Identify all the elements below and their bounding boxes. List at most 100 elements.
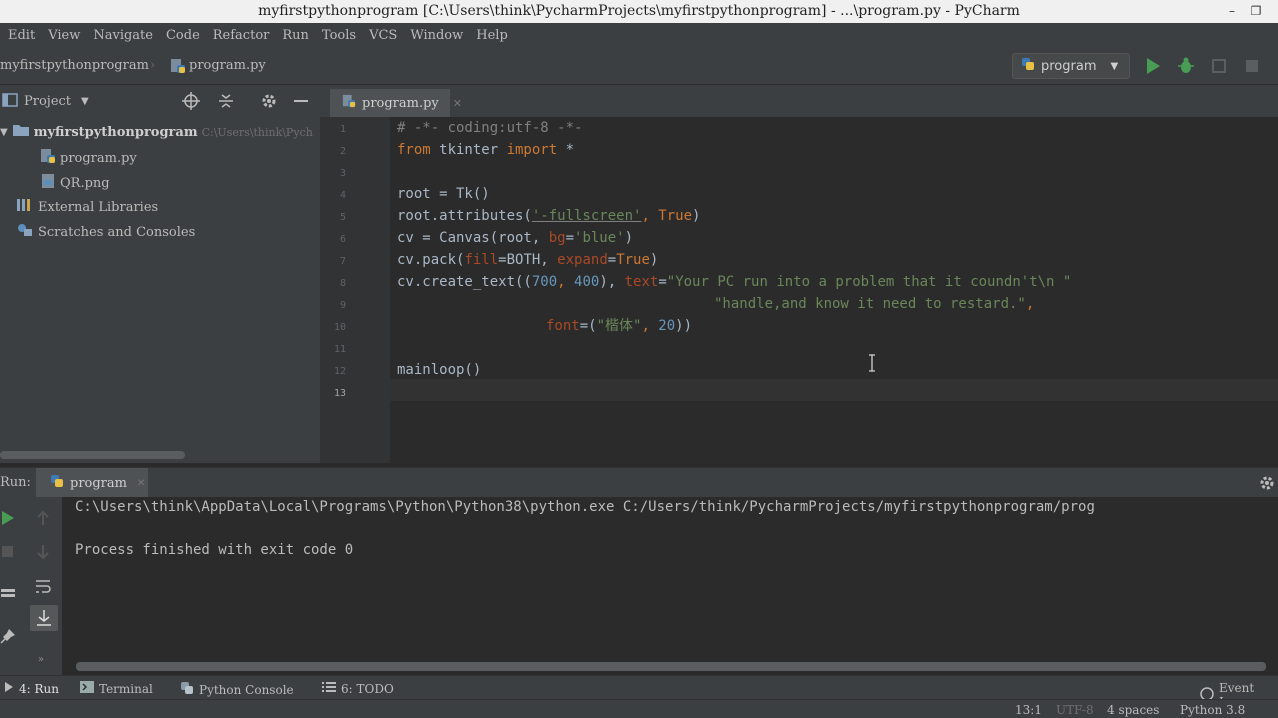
text-cursor-ibeam-icon xyxy=(869,354,875,372)
tree-label: program.py xyxy=(60,150,137,166)
tab-program-py[interactable]: program.py ✕ xyxy=(330,89,462,117)
tool-terminal-button[interactable]: Terminal xyxy=(80,681,153,696)
run-panel-header: Run: program ✕ xyxy=(0,467,1278,498)
tree-item-external-libraries[interactable]: External Libraries xyxy=(16,197,158,217)
scratches-icon xyxy=(16,222,34,242)
menu-navigate[interactable]: Navigate xyxy=(93,28,153,43)
run-tab-label: program xyxy=(70,475,127,491)
tree-item-program-py[interactable]: program.py xyxy=(40,148,137,168)
menu-tools[interactable]: Tools xyxy=(322,28,356,43)
breadcrumb-separator: › xyxy=(150,58,156,73)
breadcrumb-project[interactable]: myfirstpythonprogram xyxy=(0,58,149,73)
coverage-icon[interactable] xyxy=(1211,57,1229,75)
python-config-icon xyxy=(50,474,64,492)
collapse-all-icon[interactable] xyxy=(217,92,235,114)
line-number: 7 xyxy=(339,256,346,267)
line-number: 11 xyxy=(333,344,346,355)
gear-icon[interactable] xyxy=(260,92,278,114)
stop-icon[interactable] xyxy=(0,543,18,561)
menu-bar: Edit View Navigate Code Refactor Run Too… xyxy=(0,23,1278,47)
tree-item-project-root[interactable]: ▼ myfirstpythonprogram C:\Users\think\Py… xyxy=(0,123,313,141)
code-line-5: root.attributes('-fullscreen', True) xyxy=(397,208,701,224)
console-horizontal-scrollbar[interactable] xyxy=(76,662,1266,671)
soft-wrap-icon[interactable] xyxy=(34,577,52,595)
run-small-icon xyxy=(4,681,14,696)
scroll-to-end-icon[interactable] xyxy=(30,605,58,631)
tool-todo-button[interactable]: 6: TODO xyxy=(322,681,394,696)
line-number: 12 xyxy=(333,366,346,377)
chevron-down-icon[interactable]: ▼ xyxy=(81,96,89,107)
tool-python-console-label: Python Console xyxy=(199,682,294,697)
rerun-icon[interactable] xyxy=(0,509,18,527)
project-panel-header: Project ▼ xyxy=(0,85,320,117)
line-number: 3 xyxy=(339,168,346,179)
status-encoding[interactable]: UTF-8 xyxy=(1056,703,1094,717)
menu-edit[interactable]: Edit xyxy=(8,28,35,43)
python-console-icon xyxy=(180,681,194,698)
arrow-up-icon[interactable] xyxy=(36,509,54,527)
close-icon[interactable]: ✕ xyxy=(137,478,145,489)
tree-item-scratches[interactable]: Scratches and Consoles xyxy=(16,222,195,242)
line-number: 1 xyxy=(339,124,346,135)
line-number: 4 xyxy=(339,190,346,201)
run-icon[interactable] xyxy=(1145,57,1163,75)
expand-arrow-icon[interactable]: ▼ xyxy=(0,127,8,138)
python-config-icon xyxy=(1021,57,1035,75)
line-number-current: 13 xyxy=(333,388,346,399)
line-number: 9 xyxy=(339,300,346,311)
code-line-9: "handle,and know it need to restard.", xyxy=(714,296,1035,312)
project-horizontal-scrollbar[interactable] xyxy=(0,451,185,459)
minimize-button[interactable]: – xyxy=(1220,0,1244,23)
hide-panel-icon[interactable] xyxy=(292,92,310,114)
gear-icon[interactable] xyxy=(1258,474,1276,496)
run-panel-label: Run: xyxy=(0,475,31,490)
menu-code[interactable]: Code xyxy=(166,28,200,43)
menu-run[interactable]: Run xyxy=(282,28,309,43)
tool-terminal-label: Terminal xyxy=(99,681,153,696)
run-console[interactable] xyxy=(62,497,1278,675)
status-indent[interactable]: 4 spaces xyxy=(1107,703,1159,717)
locate-icon[interactable] xyxy=(182,92,200,114)
pin-icon[interactable] xyxy=(0,628,18,646)
project-tree xyxy=(0,117,320,463)
menu-vcs[interactable]: VCS xyxy=(369,28,397,43)
restore-button[interactable]: ❐ xyxy=(1244,0,1268,23)
tool-todo-label: 6: TODO xyxy=(341,681,394,696)
menu-window[interactable]: Window xyxy=(410,28,463,43)
close-icon[interactable]: ✕ xyxy=(453,97,462,110)
terminal-icon xyxy=(80,681,94,696)
line-number: 6 xyxy=(339,234,346,245)
tree-path: C:\Users\think\Pych xyxy=(201,125,313,139)
run-tab-program[interactable]: program ✕ xyxy=(36,468,148,498)
code-line-1: # -*- coding:utf-8 -*- xyxy=(397,120,583,136)
tree-label: myfirstpythonprogram xyxy=(33,124,198,140)
tool-run-button[interactable]: 4: Run xyxy=(4,681,59,696)
menu-view[interactable]: View xyxy=(48,28,80,43)
arrow-down-icon[interactable] xyxy=(36,543,54,561)
current-line-highlight xyxy=(390,379,1278,401)
status-caret-position[interactable]: 13:1 xyxy=(1015,703,1042,717)
breadcrumb-file[interactable]: program.py xyxy=(189,58,266,73)
project-panel-title[interactable]: Project xyxy=(24,94,71,109)
line-number: 2 xyxy=(339,146,346,157)
python-file-icon xyxy=(342,94,356,112)
tool-python-console-button[interactable]: Python Console xyxy=(180,681,294,698)
window-title: myfirstpythonprogram [C:\Users\think\Pyc… xyxy=(258,3,1020,19)
menu-refactor[interactable]: Refactor xyxy=(213,28,270,43)
libraries-icon xyxy=(16,197,34,217)
tree-item-qr-png[interactable]: QR.png xyxy=(40,173,110,193)
code-line-12: mainloop() xyxy=(397,362,482,378)
image-file-icon xyxy=(40,173,56,193)
line-number: 10 xyxy=(333,322,346,333)
console-exit-message: Process finished with exit code 0 xyxy=(75,542,354,558)
code-line-6: cv = Canvas(root, bg='blue') xyxy=(397,230,634,246)
status-interpreter[interactable]: Python 3.8 xyxy=(1180,703,1245,717)
code-line-4: root = Tk() xyxy=(397,186,490,202)
debug-icon[interactable] xyxy=(1178,57,1196,75)
console-command-line: C:\Users\think\AppData\Local\Programs\Py… xyxy=(75,499,1095,515)
stop-icon[interactable] xyxy=(1244,57,1262,75)
run-configuration-select[interactable]: program ▼ xyxy=(1012,53,1130,79)
layout-icon[interactable] xyxy=(0,585,18,603)
menu-help[interactable]: Help xyxy=(476,28,508,43)
more-icon[interactable]: » xyxy=(38,654,44,665)
